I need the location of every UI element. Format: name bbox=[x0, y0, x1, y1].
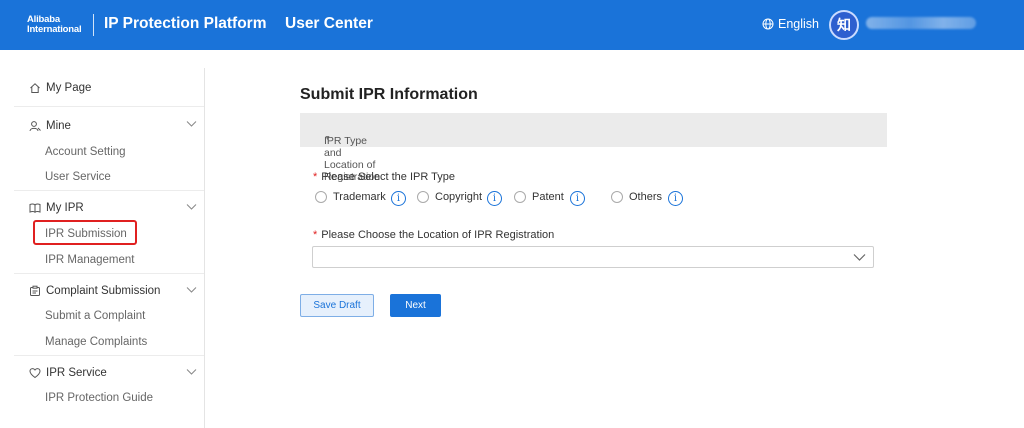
sidebar-group-label: Mine bbox=[46, 120, 71, 132]
radio-label: Patent bbox=[532, 191, 564, 203]
sidebar-group-mine[interactable]: Mine bbox=[29, 120, 71, 132]
sidebar-item-ipr-protection-guide[interactable]: IPR Protection Guide bbox=[45, 392, 153, 404]
info-icon[interactable]: i bbox=[570, 191, 585, 206]
save-draft-button[interactable]: Save Draft bbox=[300, 294, 374, 317]
section-header[interactable]: ▼ IPR Type and Location of Registration bbox=[300, 113, 887, 183]
info-icon[interactable]: i bbox=[391, 191, 406, 206]
sidebar-item-manage-complaints[interactable]: Manage Complaints bbox=[45, 336, 147, 348]
radio-circle[interactable] bbox=[315, 191, 327, 203]
sidebar-divider bbox=[14, 355, 204, 356]
ipr-type-label-text: Please Select the IPR Type bbox=[321, 171, 455, 183]
chevron-down-icon[interactable] bbox=[186, 286, 197, 294]
sidebar: My Page Mine Account Setting User Servic… bbox=[0, 68, 205, 428]
ipr-type-label: * Please Select the IPR Type bbox=[313, 171, 455, 183]
next-button[interactable]: Next bbox=[390, 294, 441, 317]
radio-others[interactable]: Others bbox=[611, 191, 662, 203]
sidebar-group-my-ipr[interactable]: My IPR bbox=[29, 202, 84, 214]
username-blurred[interactable] bbox=[866, 17, 976, 29]
sidebar-group-label: Complaint Submission bbox=[46, 285, 161, 297]
language-switcher[interactable]: English bbox=[762, 16, 819, 32]
user-center-title[interactable]: User Center bbox=[285, 15, 373, 33]
radio-label: Others bbox=[629, 191, 663, 203]
required-asterisk: * bbox=[313, 229, 318, 241]
sidebar-group-label: IPR Service bbox=[46, 367, 107, 379]
sidebar-item-submit-complaint[interactable]: Submit a Complaint bbox=[45, 310, 145, 322]
user-icon bbox=[29, 121, 41, 132]
top-header: Alibaba International IP Protection Plat… bbox=[0, 0, 1024, 50]
radio-label: Trademark bbox=[333, 191, 386, 203]
sidebar-item-account-setting[interactable]: Account Setting bbox=[45, 146, 126, 158]
chevron-down-icon[interactable] bbox=[186, 203, 197, 211]
location-select[interactable] bbox=[312, 246, 874, 268]
platform-title[interactable]: IP Protection Platform bbox=[104, 15, 267, 33]
chevron-down-icon[interactable] bbox=[186, 368, 197, 376]
book-icon bbox=[29, 203, 41, 214]
highlight-box bbox=[33, 220, 137, 245]
sidebar-divider bbox=[14, 106, 204, 107]
sidebar-group-complaint[interactable]: Complaint Submission bbox=[29, 285, 160, 297]
globe-icon bbox=[762, 18, 774, 30]
radio-circle[interactable] bbox=[417, 191, 429, 203]
sidebar-item-user-service[interactable]: User Service bbox=[45, 171, 111, 183]
language-label: English bbox=[778, 17, 819, 31]
heart-icon bbox=[29, 368, 41, 379]
location-label-text: Please Choose the Location of IPR Regist… bbox=[321, 229, 555, 241]
info-icon[interactable]: i bbox=[668, 191, 683, 206]
home-icon bbox=[30, 83, 40, 93]
radio-copyright[interactable]: Copyright bbox=[417, 191, 482, 203]
radio-patent[interactable]: Patent bbox=[514, 191, 564, 203]
radio-label: Copyright bbox=[435, 191, 483, 203]
logo-divider bbox=[93, 14, 94, 36]
sidebar-divider bbox=[14, 190, 204, 191]
sidebar-group-ipr-service[interactable]: IPR Service bbox=[29, 367, 107, 379]
chevron-down-icon bbox=[853, 254, 866, 261]
chevron-down-icon[interactable] bbox=[186, 120, 197, 128]
info-icon[interactable]: i bbox=[487, 191, 502, 206]
radio-trademark[interactable]: Trademark bbox=[315, 191, 386, 203]
radio-circle[interactable] bbox=[611, 191, 623, 203]
clipboard-icon bbox=[30, 285, 40, 296]
sidebar-group-label: My IPR bbox=[46, 202, 84, 214]
required-asterisk: * bbox=[313, 171, 318, 183]
logo-line-2: International bbox=[27, 24, 82, 35]
alibaba-logo[interactable]: Alibaba International bbox=[27, 15, 89, 35]
radio-circle[interactable] bbox=[514, 191, 526, 203]
sidebar-item-label: My Page bbox=[46, 82, 92, 94]
sidebar-item-my-page[interactable]: My Page bbox=[29, 82, 91, 94]
location-label: * Please Choose the Location of IPR Regis… bbox=[313, 229, 554, 241]
avatar[interactable]: 知 bbox=[829, 10, 859, 40]
sidebar-item-ipr-management[interactable]: IPR Management bbox=[45, 254, 135, 266]
sidebar-divider bbox=[14, 273, 204, 274]
page-title: Submit IPR Information bbox=[300, 86, 478, 103]
